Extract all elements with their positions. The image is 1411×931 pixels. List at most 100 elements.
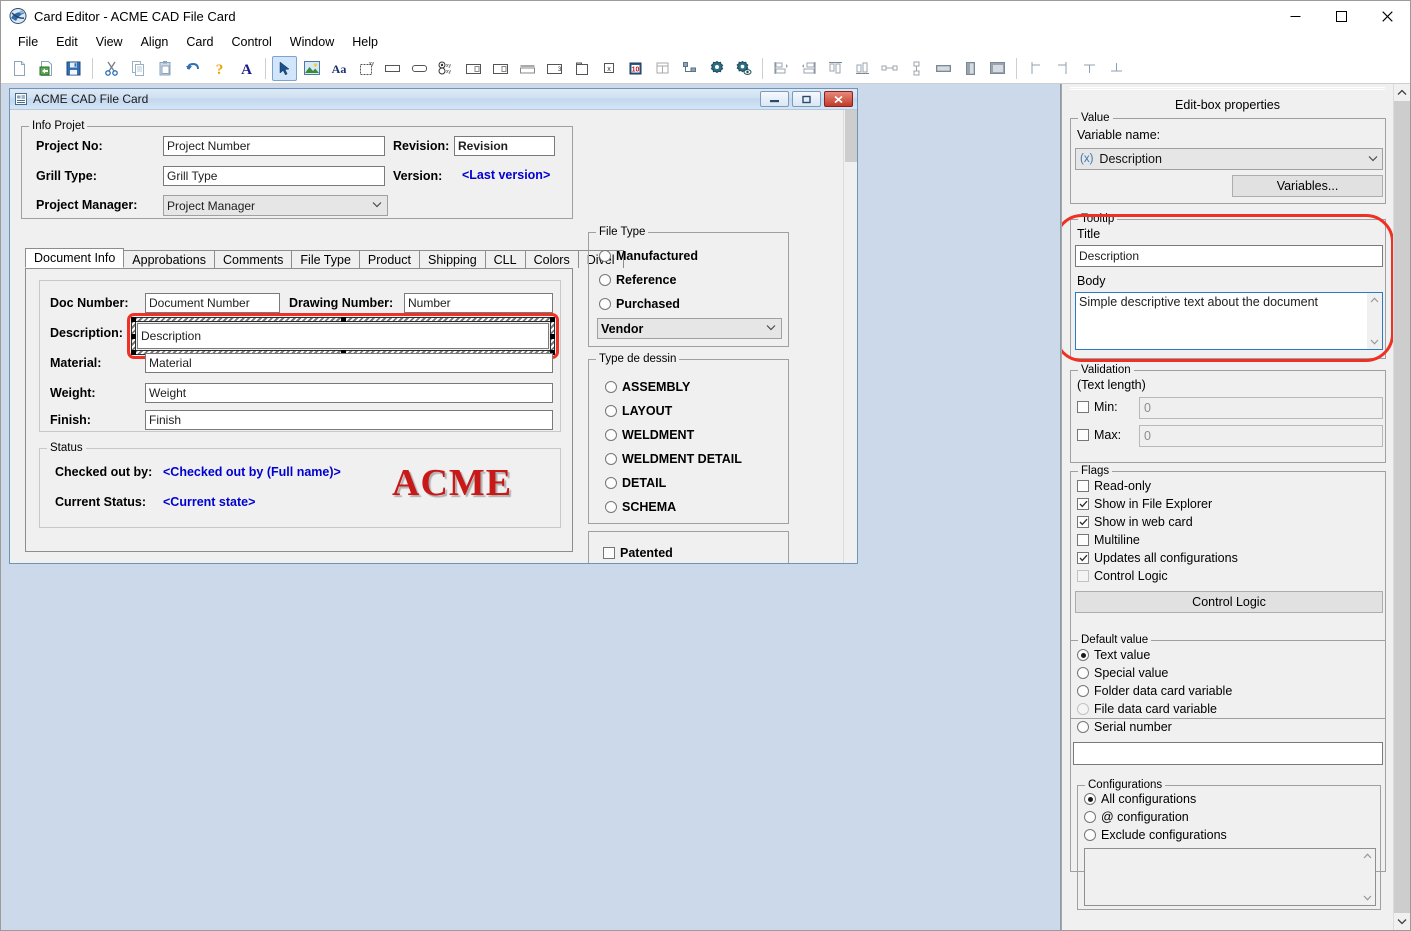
menu-file[interactable]: File	[9, 33, 47, 51]
help-icon[interactable]: ?	[207, 56, 232, 81]
config-exclude-configurations[interactable]: Exclude configurations	[1084, 828, 1227, 842]
same-height-icon[interactable]	[958, 56, 983, 81]
save-icon[interactable]	[61, 56, 86, 81]
menu-window[interactable]: Window	[281, 33, 343, 51]
variables-button[interactable]: Variables...	[1232, 175, 1383, 197]
tab-order-right-icon[interactable]	[1050, 56, 1075, 81]
align-right-icon[interactable]	[796, 56, 821, 81]
same-width-icon[interactable]	[931, 56, 956, 81]
tab-product[interactable]: Product	[358, 250, 420, 268]
tab-comments[interactable]: Comments	[213, 250, 293, 268]
menu-help[interactable]: Help	[343, 33, 387, 51]
maximize-button[interactable]	[1318, 1, 1364, 31]
same-size-icon[interactable]	[985, 56, 1010, 81]
combo-box-icon[interactable]	[407, 56, 432, 81]
card-scrollbar-thumb[interactable]	[845, 110, 857, 162]
default-special-value[interactable]: Special value	[1077, 666, 1168, 680]
scroll-down-icon[interactable]	[1370, 337, 1379, 347]
max-value-input[interactable]: 0	[1139, 425, 1383, 447]
project-manager-combo[interactable]: Project Manager	[163, 195, 388, 216]
align-bottom-icon[interactable]	[850, 56, 875, 81]
properties-scrollbar-thumb[interactable]	[1394, 101, 1410, 913]
project-no-input[interactable]: Project Number	[163, 136, 385, 156]
configurations-listbox[interactable]	[1084, 848, 1376, 906]
menu-align[interactable]: Align	[132, 33, 178, 51]
close-button[interactable]	[1364, 1, 1410, 31]
flag-read-only[interactable]: Read-only	[1077, 479, 1151, 493]
paste-icon[interactable]	[153, 56, 178, 81]
tab-icon[interactable]: 3	[542, 56, 567, 81]
tab-approbations[interactable]: Approbations	[123, 250, 215, 268]
radio-purchased[interactable]: Purchased	[599, 297, 680, 311]
vendor-combo[interactable]: Vendor	[597, 318, 782, 339]
scroll-up-icon[interactable]	[1394, 84, 1410, 101]
drawing-number-input[interactable]: Number	[404, 293, 553, 313]
tooltip-title-input[interactable]: Description	[1075, 245, 1383, 267]
tab-order-bottom-icon[interactable]	[1104, 56, 1129, 81]
flag-multiline[interactable]: Multiline	[1077, 533, 1140, 547]
resize-handle-bottom-left[interactable]	[131, 350, 136, 355]
description-selected-control[interactable]: Description	[131, 317, 555, 355]
resize-handle-middle-right[interactable]	[550, 334, 555, 339]
open-card-icon[interactable]	[34, 56, 59, 81]
configurations-list-scrollbar[interactable]	[1360, 849, 1375, 905]
edit-box-icon[interactable]: xy	[353, 56, 378, 81]
scroll-up-icon[interactable]	[1363, 851, 1372, 861]
separator-icon[interactable]	[515, 56, 540, 81]
weight-input[interactable]: Weight	[145, 383, 553, 403]
pointer-icon[interactable]	[272, 55, 297, 81]
tab-colors[interactable]: Colors	[524, 250, 579, 268]
tab-cll[interactable]: CLL	[484, 250, 526, 268]
tab-file-type[interactable]: File Type	[291, 250, 360, 268]
material-input[interactable]: Material	[145, 353, 553, 373]
radio-schema[interactable]: SCHEMA	[605, 500, 676, 514]
control-logic-icon[interactable]	[704, 56, 729, 81]
checkbox-control-icon[interactable]: x	[596, 56, 621, 81]
menu-view[interactable]: View	[87, 33, 132, 51]
align-top-icon[interactable]	[823, 56, 848, 81]
radio-manufactured[interactable]: Manufactured	[599, 249, 698, 263]
checkbox-patented[interactable]: Patented	[603, 546, 673, 560]
max-checkbox[interactable]: Max:	[1077, 428, 1121, 442]
card-restore-button[interactable]	[792, 91, 821, 107]
button-icon[interactable]	[380, 56, 405, 81]
grid-control-icon[interactable]	[650, 56, 675, 81]
resize-handle-top-left[interactable]	[131, 317, 136, 322]
static-text-icon[interactable]: Aa	[326, 56, 351, 81]
space-horizontal-icon[interactable]	[877, 56, 902, 81]
scroll-down-icon[interactable]	[1394, 913, 1410, 930]
grill-type-input[interactable]: Grill Type	[163, 166, 385, 186]
card-design-surface[interactable]: Info Projet Project No: Project Number R…	[10, 110, 857, 563]
group-box-icon[interactable]	[461, 56, 486, 81]
control-logic-view-icon[interactable]	[731, 56, 756, 81]
tab-order-left-icon[interactable]	[1023, 56, 1048, 81]
revision-input[interactable]: Revision	[454, 136, 555, 156]
card-minimize-button[interactable]	[760, 91, 789, 107]
default-folder-data-card-variable[interactable]: Folder data card variable	[1077, 684, 1232, 698]
radio-detail[interactable]: DETAIL	[605, 476, 666, 490]
scroll-down-icon[interactable]	[1363, 893, 1372, 903]
resize-handle-middle-left[interactable]	[131, 334, 136, 339]
description-input[interactable]: Description	[137, 323, 549, 349]
resize-handle-top-center[interactable]	[341, 317, 346, 322]
card-close-button[interactable]	[824, 91, 853, 107]
radio-layout[interactable]: LAYOUT	[605, 404, 672, 418]
radio-weldment[interactable]: WELDMENT	[605, 428, 694, 442]
properties-panel-scrollbar[interactable]	[1393, 84, 1410, 930]
default-value-input[interactable]	[1073, 742, 1383, 765]
tooltip-body-scrollbar[interactable]	[1367, 293, 1382, 349]
default-text-value[interactable]: Text value	[1077, 648, 1150, 662]
card-list-icon[interactable]	[569, 56, 594, 81]
radio-reference[interactable]: Reference	[599, 273, 676, 287]
default-serial-number[interactable]: Serial number	[1077, 720, 1172, 734]
flag-show-in-file-explorer[interactable]: Show in File Explorer	[1077, 497, 1212, 511]
flag-updates-all-configurations[interactable]: Updates all configurations	[1077, 551, 1238, 565]
frame-icon[interactable]	[488, 56, 513, 81]
config-at-configuration[interactable]: @ configuration	[1084, 810, 1189, 824]
tab-shipping[interactable]: Shipping	[419, 250, 486, 268]
variable-name-combo[interactable]: (x) Description	[1075, 148, 1383, 170]
resize-handle-top-right[interactable]	[550, 317, 555, 322]
config-all-configurations[interactable]: All configurations	[1084, 792, 1196, 806]
doc-number-input[interactable]: Document Number	[145, 293, 280, 313]
flag-show-in-web-card[interactable]: Show in web card	[1077, 515, 1193, 529]
